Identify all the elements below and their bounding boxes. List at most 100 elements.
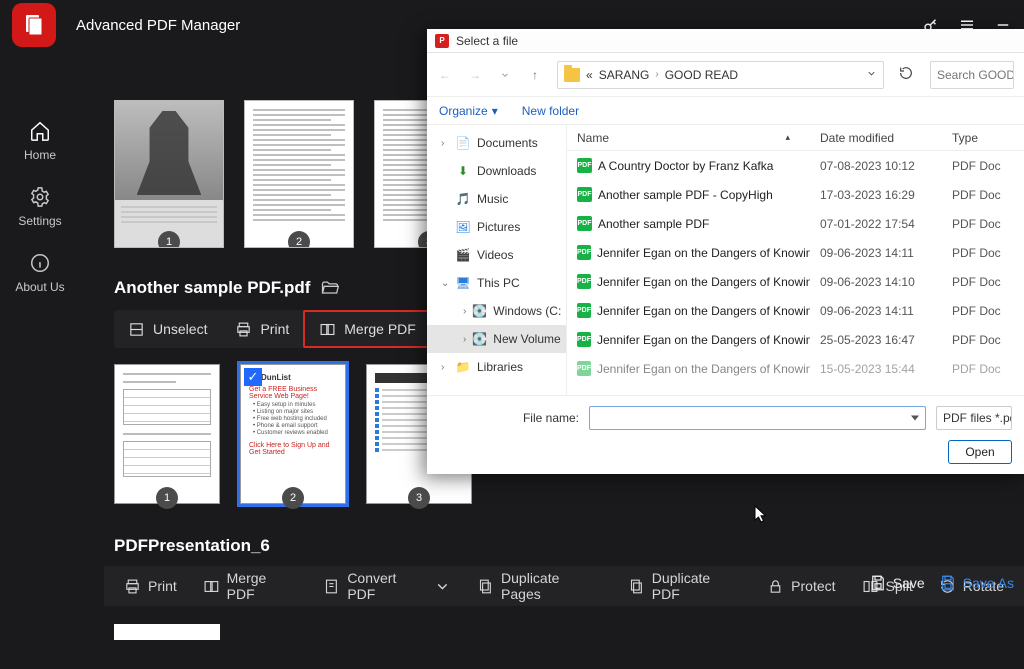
sidebar: Home Settings About Us bbox=[0, 90, 80, 669]
file-row[interactable]: PDFAnother sample PDF 07-01-2022 17:54 P… bbox=[567, 209, 1024, 238]
tree-item-downloads[interactable]: ⬇Downloads bbox=[427, 157, 566, 185]
open-button[interactable]: Open bbox=[948, 440, 1012, 464]
folder-tree: ›📄Documents ⬇Downloads 🎵Music 🖼Pictures … bbox=[427, 125, 567, 395]
save-as-button[interactable]: Save As bbox=[939, 574, 1014, 592]
refresh-icon[interactable] bbox=[898, 65, 916, 84]
merge-pdf-button[interactable]: Merge PDF bbox=[191, 566, 310, 606]
folder-icon bbox=[564, 68, 580, 82]
file-date: 15-05-2023 15:44 bbox=[810, 362, 942, 376]
tree-item-libraries[interactable]: ›📁Libraries bbox=[427, 353, 566, 381]
nav-back-icon[interactable]: ← bbox=[437, 67, 453, 83]
file-date: 09-06-2023 14:11 bbox=[810, 304, 942, 318]
nav-forward-icon[interactable]: → bbox=[467, 67, 483, 83]
file-date: 07-08-2023 10:12 bbox=[810, 159, 942, 173]
file-row[interactable]: PDFA Country Doctor by Franz Kafka 07-08… bbox=[567, 151, 1024, 180]
sidebar-label: Settings bbox=[18, 214, 61, 228]
chevron-down-icon bbox=[434, 578, 451, 595]
merge-pdf-button[interactable]: Merge PDF bbox=[303, 310, 432, 348]
print-button[interactable]: Print bbox=[112, 566, 189, 606]
tree-item-pictures[interactable]: 🖼Pictures bbox=[427, 213, 566, 241]
file-row[interactable]: PDFJennifer Egan on the Dangers of Knowi… bbox=[567, 354, 1024, 383]
search-input[interactable]: Search GOOD R bbox=[930, 61, 1014, 89]
file-row[interactable]: PDF Jennifer Egan on the Dangers of Knowi… bbox=[567, 267, 1024, 296]
dialog-footer: File name: PDF files *.pdf Open bbox=[427, 395, 1024, 474]
column-date[interactable]: Date modified bbox=[810, 131, 942, 145]
page-thumbnail[interactable]: 1 bbox=[114, 100, 224, 248]
tree-item-this-pc[interactable]: ⌄🖥This PC bbox=[427, 269, 566, 297]
protect-button[interactable]: Protect bbox=[755, 566, 847, 606]
file-date: 25-05-2023 16:47 bbox=[810, 333, 942, 347]
videos-icon: 🎬 bbox=[455, 247, 471, 263]
dialog-tools: Organize ▾ New folder bbox=[427, 97, 1024, 125]
page-number: 3 bbox=[408, 487, 430, 509]
filename-input[interactable] bbox=[589, 406, 926, 430]
file-type: PDF Doc bbox=[942, 159, 1024, 173]
print-button[interactable]: Print bbox=[221, 310, 303, 348]
pdf-file-icon: PDF bbox=[577, 303, 591, 318]
app-logo bbox=[12, 3, 56, 47]
drive-icon: 💽 bbox=[472, 331, 487, 347]
file-row[interactable]: PDFJennifer Egan on the Dangers of Knowi… bbox=[567, 325, 1024, 354]
convert-pdf-button[interactable]: Convert PDF bbox=[311, 566, 463, 606]
column-type[interactable]: Type bbox=[942, 131, 1024, 145]
new-folder-button[interactable]: New folder bbox=[522, 104, 579, 118]
tree-item-music[interactable]: 🎵Music bbox=[427, 185, 566, 213]
file-type: PDF Doc bbox=[942, 217, 1024, 231]
duplicate-pdf-button[interactable]: Duplicate PDF bbox=[616, 566, 753, 606]
tree-item-windows-c[interactable]: ›💽Windows (C: bbox=[427, 297, 566, 325]
document-icon: 📄 bbox=[455, 135, 471, 151]
tree-item-videos[interactable]: 🎬Videos bbox=[427, 241, 566, 269]
page-thumbnail[interactable]: 1 bbox=[114, 364, 220, 504]
tree-item-new-volume[interactable]: ›💽New Volume bbox=[427, 325, 566, 353]
page-thumbnail[interactable]: 2 bbox=[244, 100, 354, 248]
chevron-down-icon[interactable] bbox=[866, 68, 877, 82]
pdf-file-icon: PDF bbox=[577, 187, 592, 202]
file-type: PDF Doc bbox=[942, 188, 1024, 202]
page-number: 2 bbox=[288, 231, 310, 248]
address-bar[interactable]: « SARANG › GOOD READ bbox=[557, 61, 884, 89]
file-type: PDF Doc bbox=[942, 275, 1024, 289]
file-row[interactable]: PDF Another sample PDF - CopyHigh 17-03-2… bbox=[567, 180, 1024, 209]
file-dialog: P Select a file ← → ↑ « SARANG › GOOD RE… bbox=[427, 29, 1024, 474]
open-folder-icon[interactable] bbox=[320, 278, 340, 298]
file-name: Jennifer Egan on the Dangers of Knowing.… bbox=[597, 246, 810, 260]
file-type-filter[interactable]: PDF files *.pdf bbox=[936, 406, 1012, 430]
file-date: 17-03-2023 16:29 bbox=[810, 188, 942, 202]
download-icon: ⬇ bbox=[455, 163, 471, 179]
pictures-icon: 🖼 bbox=[455, 219, 471, 235]
tree-item-documents[interactable]: ›📄Documents bbox=[427, 129, 566, 157]
file-row[interactable]: PDFJennifer Egan on the Dangers of Knowi… bbox=[567, 296, 1024, 325]
file-row[interactable]: PDFJennifer Egan on the Dangers of Knowi… bbox=[567, 238, 1024, 267]
page-number: 2 bbox=[282, 487, 304, 509]
sidebar-item-settings[interactable]: Settings bbox=[18, 186, 61, 228]
sidebar-label: Home bbox=[24, 148, 56, 162]
page-thumbnail-selected[interactable]: ✓ DunList Get a FREE Business Service We… bbox=[240, 364, 346, 504]
nav-chevron-down-icon[interactable] bbox=[497, 67, 513, 83]
music-icon: 🎵 bbox=[455, 191, 471, 207]
file-name: Another sample PDF - CopyHigh bbox=[598, 188, 773, 202]
save-button[interactable]: Save bbox=[869, 574, 925, 592]
pdf-app-icon: P bbox=[435, 34, 449, 48]
pdf-file-icon: PDF bbox=[577, 274, 591, 289]
pdf-file-icon: PDF bbox=[577, 216, 592, 231]
filename-label: File name: bbox=[439, 411, 579, 425]
organize-button[interactable]: Organize ▾ bbox=[439, 104, 498, 118]
sidebar-item-home[interactable]: Home bbox=[24, 120, 56, 162]
file-name: Jennifer Egan on the Dangers of Knowing.… bbox=[597, 333, 810, 347]
nav-up-icon[interactable]: ↑ bbox=[527, 67, 543, 83]
page-thumbnail[interactable] bbox=[114, 624, 220, 640]
pdf-file-icon: PDF bbox=[577, 361, 591, 376]
sidebar-item-about[interactable]: About Us bbox=[15, 252, 64, 294]
file-type: PDF Doc bbox=[942, 304, 1024, 318]
unselect-button[interactable]: Unselect bbox=[114, 310, 221, 348]
chevron-right-icon: › bbox=[655, 69, 658, 80]
sidebar-label: About Us bbox=[15, 280, 64, 294]
file-name: Jennifer Egan on the Dangers of Knowing.… bbox=[597, 275, 810, 289]
column-name[interactable]: Name ▴ bbox=[567, 131, 810, 145]
page-number: 1 bbox=[158, 231, 180, 248]
sort-asc-icon: ▴ bbox=[785, 132, 790, 143]
section-header: PDFPresentation_6 bbox=[90, 524, 1024, 566]
chevron-down-icon: ▾ bbox=[492, 104, 498, 118]
duplicate-pages-button[interactable]: Duplicate Pages bbox=[465, 566, 614, 606]
cursor-icon bbox=[754, 505, 768, 525]
